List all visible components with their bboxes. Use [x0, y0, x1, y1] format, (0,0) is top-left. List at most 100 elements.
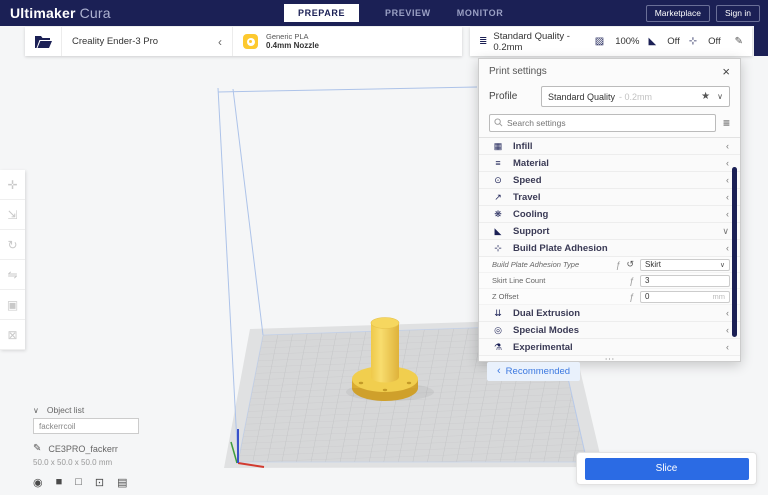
print-settings-panel: Print settings × Profile Standard Qualit… — [478, 58, 741, 362]
marketplace-button[interactable]: Marketplace — [646, 5, 710, 22]
camera-view-icon[interactable]: ◉ — [33, 476, 43, 489]
close-icon[interactable]: × — [722, 65, 730, 78]
open-folder-icon — [34, 35, 52, 49]
profile-dropdown[interactable]: Standard Quality - 0.2mm ★ ∨ — [541, 86, 730, 107]
category-icon: ◣ — [491, 226, 505, 237]
object-name-field[interactable] — [33, 418, 139, 434]
stage-tabs: PREPARE PREVIEW MONITOR — [284, 0, 503, 26]
camera-view-icon[interactable]: ■ — [56, 476, 63, 489]
category-chevron-icon: ‹ — [726, 192, 729, 202]
revert-icon[interactable]: ↺ — [626, 259, 634, 270]
extruder-badge-icon — [243, 34, 258, 49]
settings-category-row[interactable]: ⇊ Dual Extrusion ‹ — [479, 305, 740, 322]
object-list-panel: ∨ Object list ✎ CE3PRO_fackerr 50.0 x 50… — [33, 405, 183, 489]
panel-resize-handle[interactable]: ⋯ — [479, 357, 740, 363]
adhesion-value: Off — [708, 36, 721, 47]
search-input[interactable] — [489, 114, 716, 132]
settings-category-row[interactable]: ⊙ Speed ‹ — [479, 172, 740, 189]
category-icon: ◎ — [491, 325, 505, 336]
profile-row: Profile Standard Quality - 0.2mm ★ ∨ — [479, 83, 740, 111]
category-chevron-icon: ‹ — [726, 342, 729, 352]
category-icon: ≡ — [491, 158, 505, 168]
settings-category-row[interactable]: ◎ Special Modes ‹ — [479, 322, 740, 339]
chevron-down-icon: ∨ — [717, 92, 723, 101]
print-settings-summary[interactable]: ≣ Standard Quality - 0.2mm ▨ 100% ◣ Off … — [470, 27, 752, 56]
category-icon: ⚗ — [491, 342, 505, 353]
settings-category-row[interactable]: ▦ Infill ‹ — [479, 138, 740, 155]
stage-tab[interactable]: PREVIEW — [385, 4, 431, 22]
settings-category-row[interactable]: ↗ Travel ‹ — [479, 189, 740, 206]
edit-pencil-icon: ✎ — [735, 36, 743, 47]
model-dimensions: 50.0 x 50.0 x 50.0 mm — [33, 458, 183, 467]
category-icon: ↗ — [491, 192, 505, 203]
formula-icon[interactable]: ƒ — [629, 292, 634, 302]
sidebar-tool-button[interactable]: ▣ — [0, 290, 25, 320]
settings-category-row[interactable]: ◣ Support ∨ — [479, 223, 740, 240]
setting-label: Skirt Line Count — [492, 276, 629, 285]
z-offset-value: 0 — [645, 292, 649, 301]
printer-selector[interactable]: Creality Ender-3 Pro ‹ — [62, 27, 233, 56]
recommended-label: Recommended — [506, 366, 570, 377]
profile-suffix: - 0.2mm — [619, 92, 652, 102]
pencil-icon[interactable]: ✎ — [33, 443, 41, 454]
category-chevron-icon: ‹ — [726, 175, 729, 185]
camera-view-icon[interactable]: ⊡ — [95, 476, 104, 489]
cura-window: Ultimaker Cura PREPARE PREVIEW MONITOR M… — [0, 0, 768, 495]
object-list-toggle[interactable]: ∨ Object list — [33, 405, 183, 415]
recommended-button[interactable]: ‹ Recommended — [487, 362, 580, 381]
chevron-down-icon: ∨ — [720, 261, 725, 269]
layers-icon: ≣ — [479, 36, 487, 47]
camera-view-icon[interactable]: ▤ — [117, 476, 127, 489]
support-value: Off — [667, 36, 680, 47]
panel-scrollbar[interactable] — [732, 167, 737, 337]
skirt-count-input[interactable]: 3 — [640, 275, 730, 287]
category-label: Build Plate Adhesion — [513, 243, 608, 254]
category-chevron-icon: ‹ — [726, 141, 729, 151]
category-label: Speed — [513, 175, 542, 186]
tool-icon: ↻ — [7, 238, 17, 252]
category-icon: ▦ — [491, 141, 505, 152]
sidebar-tool-button[interactable]: ✛ — [0, 170, 25, 200]
settings-category-row[interactable]: ❋ Cooling ‹ — [479, 206, 740, 223]
stage-tab[interactable]: MONITOR — [457, 4, 504, 22]
z-offset-input[interactable]: 0 mm — [640, 291, 730, 303]
material-info: Generic PLA 0.4mm Nozzle — [266, 32, 319, 51]
z-offset-unit: mm — [713, 292, 726, 301]
formula-icon[interactable]: ƒ — [615, 260, 620, 270]
category-label: Dual Extrusion — [513, 308, 580, 319]
camera-view-icon[interactable]: □ — [75, 476, 82, 489]
formula-icon[interactable]: ƒ — [629, 276, 634, 286]
category-chevron-icon: ‹ — [726, 243, 729, 253]
settings-category-list: ▦ Infill ‹ ≡ Material ‹ ⊙ Speed ‹ ↗ — [479, 137, 740, 356]
panel-header: Print settings × — [479, 59, 740, 83]
open-file-button[interactable] — [25, 27, 62, 56]
infill-value: 100% — [615, 36, 639, 47]
menu-icon[interactable]: ≡ — [723, 116, 730, 130]
settings-category-row[interactable]: ⊹ Build Plate Adhesion ‹ — [479, 240, 740, 257]
search-icon — [494, 118, 503, 127]
model-name: CE3PRO_fackerr — [48, 444, 118, 454]
panel-title: Print settings — [489, 66, 547, 77]
search-field-wrap — [489, 113, 716, 132]
signin-button[interactable]: Sign in — [716, 5, 760, 22]
slice-button[interactable]: Slice — [585, 458, 749, 480]
sidebar-tool-button[interactable]: ⊠ — [0, 320, 25, 350]
category-icon: ⇊ — [491, 308, 505, 319]
logo-ultimaker: Ultimaker — [10, 5, 76, 21]
adhesion-type-dropdown[interactable]: Skirt ∨ — [640, 259, 730, 271]
model-name-row[interactable]: ✎ CE3PRO_fackerr — [33, 443, 183, 454]
sidebar-tool-button[interactable]: ⇋ — [0, 260, 25, 290]
setting-label: Build Plate Adhesion Type — [492, 260, 615, 269]
material-selector[interactable]: Generic PLA 0.4mm Nozzle — [233, 27, 462, 56]
stage-tab[interactable]: PREPARE — [284, 4, 359, 22]
nozzle-size: 0.4mm Nozzle — [266, 41, 319, 51]
chevron-left-icon: ‹ — [497, 366, 501, 377]
star-icon[interactable]: ★ — [701, 91, 710, 102]
category-label: Infill — [513, 141, 533, 152]
summary-values: ▨ 100% ◣ Off ⊹ Off ✎ — [595, 36, 743, 47]
slice-label: Slice — [656, 463, 678, 474]
settings-category-row[interactable]: ≡ Material ‹ — [479, 155, 740, 172]
adhesion-type-value: Skirt — [645, 260, 661, 269]
sidebar-tool-button[interactable]: ↻ — [0, 230, 25, 260]
sidebar-tool-button[interactable]: ⇲ — [0, 200, 25, 230]
